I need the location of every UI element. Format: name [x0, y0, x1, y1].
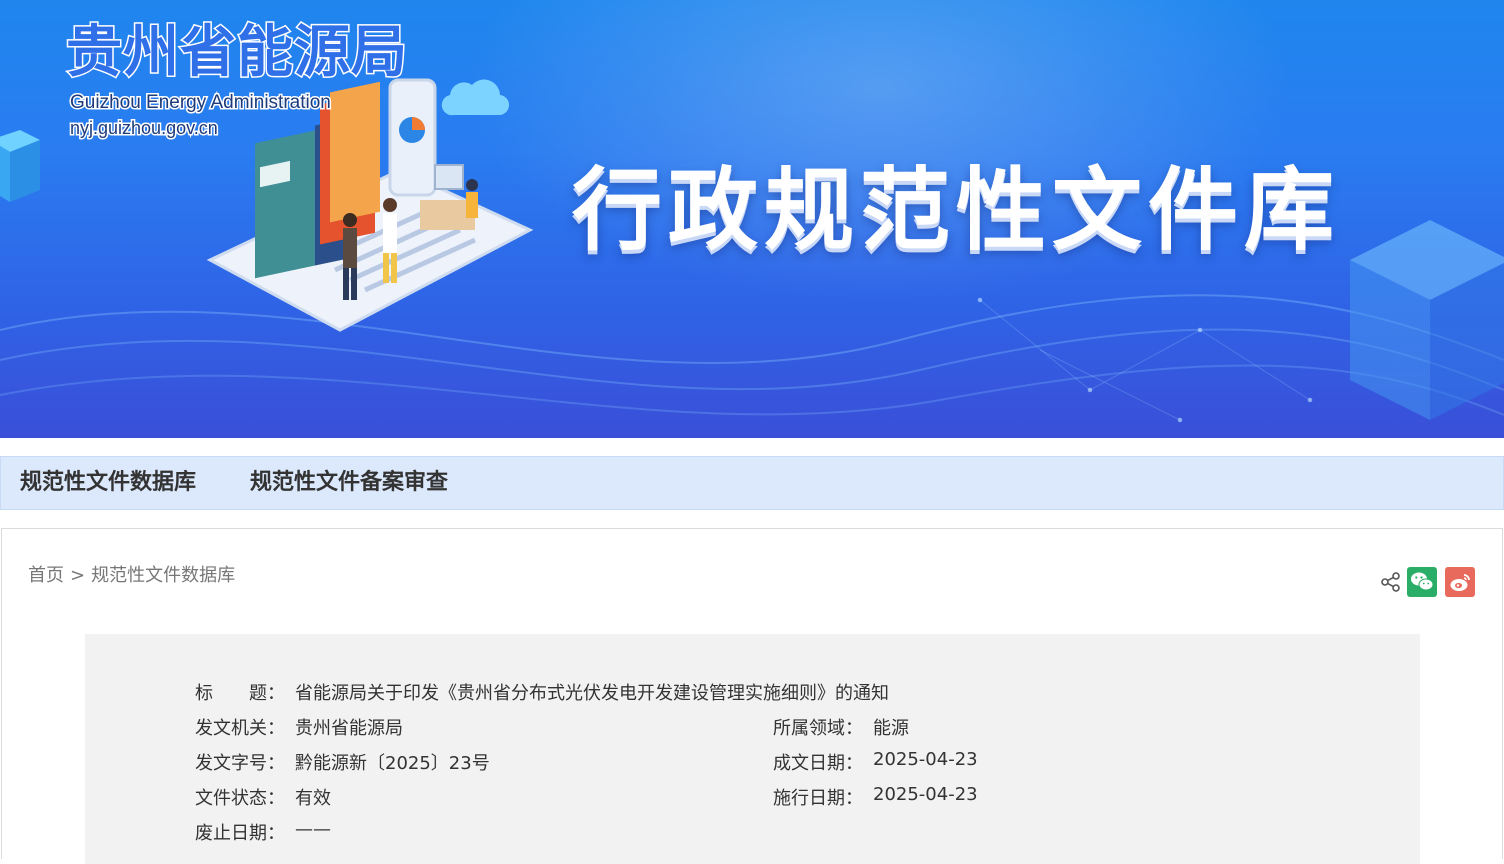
breadcrumb: 首页 > 规范性文件数据库 — [28, 561, 235, 587]
effective-label: 施行日期： — [773, 788, 863, 809]
nav-item-filing-review[interactable]: 规范性文件备案审查 — [250, 457, 448, 509]
abolished-value: —— — [295, 819, 331, 840]
breadcrumb-home[interactable]: 首页 — [28, 565, 64, 586]
header-banner: 贵州省能源局 Guizhou Energy Administration nyj… — [0, 0, 1504, 438]
info-row-status: 文件状态： 有效 — [195, 784, 331, 810]
info-row-title: 标 题： 省能源局关于印发《贵州省分布式光伏发电开发建设管理实施细则》的通知 — [195, 679, 889, 705]
abolished-label: 废止日期： — [195, 823, 285, 844]
info-row-docno: 发文字号： 黔能源新〔2025〕23号 — [195, 749, 490, 775]
wechat-icon[interactable] — [1407, 567, 1437, 597]
content-panel: 首页 > 规范性文件数据库 标 题： 省能源局关于印发《贵州省分布式光伏发电开发… — [1, 528, 1503, 864]
effective-value: 2025-04-23 — [873, 784, 978, 805]
info-row-abolished: 废止日期： —— — [195, 819, 331, 845]
breadcrumb-current[interactable]: 规范性文件数据库 — [91, 565, 235, 586]
info-row-issuer: 发文机关： 贵州省能源局 — [195, 714, 403, 740]
main-nav: 规范性文件数据库 规范性文件备案审查 — [0, 456, 1504, 510]
status-value: 有效 — [295, 788, 331, 809]
docno-value: 黔能源新〔2025〕23号 — [295, 753, 490, 774]
info-row-created: 成文日期： 2025-04-23 — [773, 749, 978, 775]
weibo-icon[interactable] — [1445, 567, 1475, 597]
domain-value: 能源 — [873, 718, 909, 739]
domain-label: 所属领域： — [773, 718, 863, 739]
info-row-effective: 施行日期： 2025-04-23 — [773, 784, 978, 810]
banner-title: 行政规范性文件库 — [572, 157, 1340, 263]
info-row-domain: 所属领域： 能源 — [773, 714, 909, 740]
share-icon[interactable] — [1376, 567, 1406, 597]
cube-decoration-left — [0, 130, 40, 202]
nav-item-database[interactable]: 规范性文件数据库 — [20, 457, 196, 509]
status-label: 文件状态： — [195, 788, 285, 809]
breadcrumb-separator: > — [70, 565, 86, 586]
created-value: 2025-04-23 — [873, 749, 978, 770]
title-value: 省能源局关于印发《贵州省分布式光伏发电开发建设管理实施细则》的通知 — [295, 683, 889, 704]
document-info-box: 标 题： 省能源局关于印发《贵州省分布式光伏发电开发建设管理实施细则》的通知 发… — [85, 634, 1420, 864]
created-label: 成文日期： — [773, 753, 863, 774]
brand-chinese-name: 贵州省能源局 — [65, 19, 409, 87]
issuer-label: 发文机关： — [195, 718, 285, 739]
issuer-value: 贵州省能源局 — [295, 718, 403, 739]
title-label: 标 题： — [195, 683, 285, 704]
docno-label: 发文字号： — [195, 753, 285, 774]
brand-url: nyj.guizhou.gov.cn — [69, 117, 220, 140]
cube-decoration-right — [1350, 220, 1504, 420]
brand-english-name: Guizhou Energy Administration — [69, 91, 333, 115]
